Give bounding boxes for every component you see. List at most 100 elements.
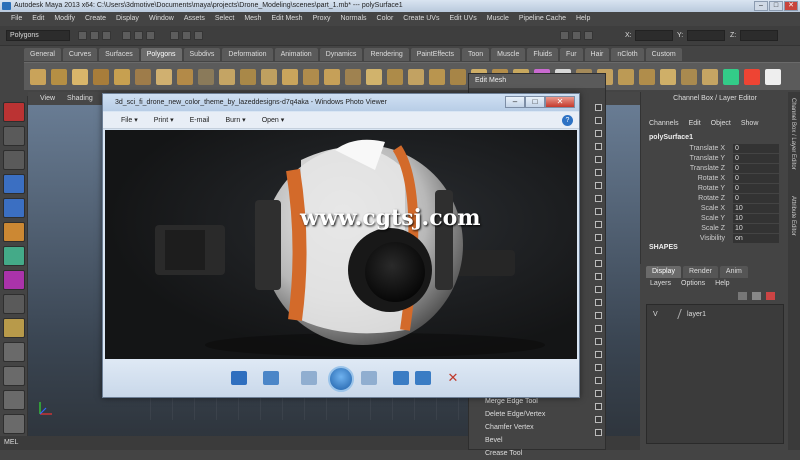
attribute-value[interactable]: 0 (733, 164, 779, 173)
shelf-tool-icon[interactable] (198, 69, 214, 85)
shelf-tab-ncloth[interactable]: nCloth (611, 48, 644, 61)
shelf-tool-icon[interactable] (723, 69, 739, 85)
pv-menu-file[interactable]: File ▾ (113, 112, 146, 128)
shelf-tool-icon[interactable] (618, 69, 634, 85)
option-box-icon[interactable] (595, 234, 602, 241)
shelf-tab-polygons[interactable]: Polygons (140, 48, 182, 61)
shelf-tool-icon[interactable] (72, 69, 88, 85)
shelf-tool-icon[interactable] (240, 69, 256, 85)
select-object-icon[interactable] (134, 31, 143, 40)
pv-close-button[interactable]: ✕ (545, 96, 575, 108)
menu-layers[interactable]: Layers (650, 280, 671, 287)
rotate-left-icon[interactable] (393, 371, 409, 385)
menu-set-selector[interactable]: Polygons (6, 30, 70, 41)
edit-mesh-item[interactable]: Bevel (469, 435, 597, 447)
option-box-icon[interactable] (595, 221, 602, 228)
shelf-tool-icon[interactable] (135, 69, 151, 85)
pv-menu-open[interactable]: Open ▾ (254, 112, 293, 128)
menu-color[interactable]: Color (372, 12, 399, 26)
maximize-button[interactable]: □ (769, 1, 783, 11)
option-box-icon[interactable] (595, 299, 602, 306)
shelf-tab-curves[interactable]: Curves (62, 48, 98, 61)
actual-size-icon[interactable] (263, 371, 279, 385)
pv-menu-burn[interactable]: Burn ▾ (217, 112, 253, 128)
shelf-tool-icon[interactable] (387, 69, 403, 85)
menu-normals[interactable]: Normals (335, 12, 371, 26)
menu-muscle[interactable]: Muscle (482, 12, 514, 26)
snap-grid-icon[interactable] (170, 31, 179, 40)
menu-options[interactable]: Options (681, 280, 705, 287)
shelf-tab-painteffects[interactable]: PaintEffects (410, 48, 460, 61)
shelf-tool-icon[interactable] (744, 69, 760, 85)
attribute-row[interactable]: Scale Y 10 (641, 214, 781, 224)
layer-visibility[interactable]: V (653, 309, 658, 321)
pv-menu-print[interactable]: Print ▾ (146, 112, 182, 128)
attribute-row[interactable]: Visibility on (641, 234, 781, 244)
option-box-icon[interactable] (595, 169, 602, 176)
open-scene-icon[interactable] (90, 31, 99, 40)
menu-help[interactable]: Help (715, 280, 729, 287)
tab-display[interactable]: Display (646, 266, 681, 278)
menu-edit-mesh[interactable]: Edit Mesh (266, 12, 307, 26)
menu-mesh[interactable]: Mesh (239, 12, 266, 26)
shelf-tool-icon[interactable] (660, 69, 676, 85)
render-icon[interactable] (560, 31, 569, 40)
attribute-value[interactable]: 10 (733, 224, 779, 233)
shelf-tool-icon[interactable] (366, 69, 382, 85)
shelf-tool-icon[interactable] (408, 69, 424, 85)
shelf-tool-icon[interactable] (261, 69, 277, 85)
show-manipulator-icon[interactable] (3, 294, 25, 314)
option-box-icon[interactable] (595, 351, 602, 358)
layer-color-icon[interactable] (677, 309, 685, 319)
shelf-tool-icon[interactable] (51, 69, 67, 85)
attribute-row[interactable]: Scale X 10 (641, 204, 781, 214)
attribute-row[interactable]: Rotate X 0 (641, 174, 781, 184)
shelf-tab-custom[interactable]: Custom (645, 48, 682, 61)
attribute-value[interactable]: on (733, 234, 779, 243)
option-box-icon[interactable] (595, 208, 602, 215)
menu-display[interactable]: Display (111, 12, 144, 26)
attribute-value[interactable]: 0 (733, 144, 779, 153)
shelf-tab-hair[interactable]: Hair (584, 48, 610, 61)
shelf-tool-icon[interactable] (639, 69, 655, 85)
slideshow-button[interactable] (328, 366, 354, 392)
option-box-icon[interactable] (595, 182, 602, 189)
channel-menu-object[interactable]: Object (711, 120, 731, 127)
pv-menu-email[interactable]: E-mail (182, 112, 218, 128)
viewport-menu-shading[interactable]: Shading (61, 92, 99, 105)
viewport-menu-view[interactable]: View (34, 92, 61, 105)
pv-maximize-button[interactable]: □ (525, 96, 545, 108)
four-view-icon[interactable] (3, 366, 25, 386)
move-tool-icon[interactable] (3, 174, 25, 194)
delete-icon[interactable]: ✕ (445, 371, 461, 385)
channel-menu-channels[interactable]: Channels (649, 120, 679, 127)
tab-anim[interactable]: Anim (719, 266, 748, 278)
shelf-tool-icon[interactable] (345, 69, 361, 85)
option-box-icon[interactable] (595, 104, 602, 111)
menu-select[interactable]: Select (210, 12, 239, 26)
attribute-value[interactable]: 0 (733, 174, 779, 183)
last-tool-icon[interactable] (3, 318, 25, 338)
shelf-tool-icon[interactable] (765, 69, 781, 85)
option-box-icon[interactable] (595, 117, 602, 124)
previous-icon[interactable] (301, 371, 317, 385)
layer-row[interactable]: V layer1 (651, 309, 781, 321)
save-scene-icon[interactable] (102, 31, 111, 40)
shelf-tab-fur[interactable]: Fur (560, 48, 583, 61)
menu-proxy[interactable]: Proxy (308, 12, 336, 26)
single-view-icon[interactable] (3, 342, 25, 362)
shelf-tool-icon[interactable] (93, 69, 109, 85)
pv-minimize-button[interactable]: – (505, 96, 525, 108)
attribute-value[interactable]: 0 (733, 184, 779, 193)
rotate-tool-icon[interactable] (3, 198, 25, 218)
option-box-icon[interactable] (595, 143, 602, 150)
attribute-row[interactable]: Translate Y 0 (641, 154, 781, 164)
lasso-tool-icon[interactable] (3, 126, 25, 146)
menu-edit-uvs[interactable]: Edit UVs (444, 12, 481, 26)
paint-select-icon[interactable] (3, 150, 25, 170)
soft-mod-icon[interactable] (3, 270, 25, 290)
rotate-right-icon[interactable] (415, 371, 431, 385)
menu-assets[interactable]: Assets (179, 12, 210, 26)
close-button[interactable]: ✕ (784, 1, 798, 11)
option-box-icon[interactable] (595, 130, 602, 137)
